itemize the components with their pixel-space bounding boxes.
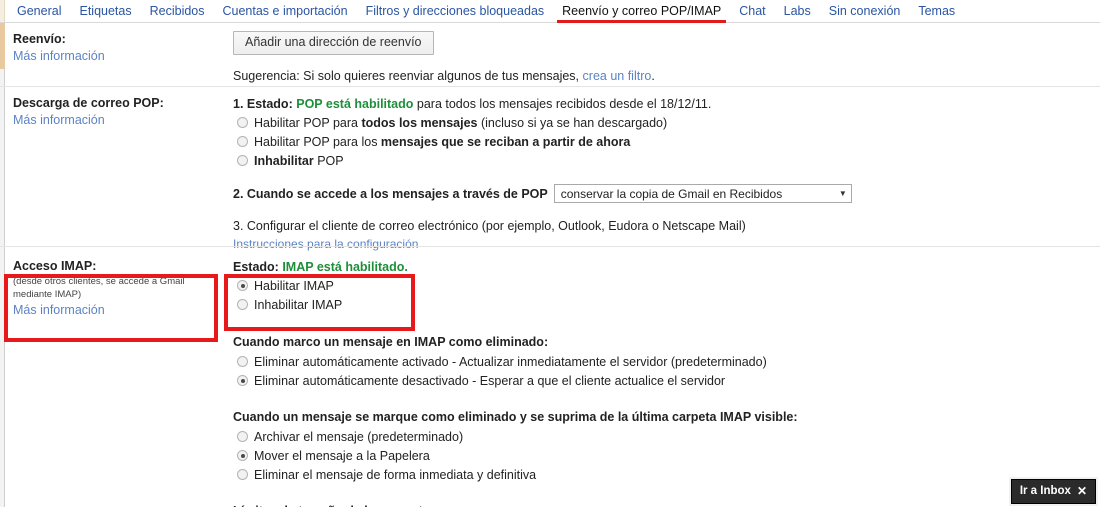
pop-step2: 2. Cuando se accede a los mensajes a tra… [233, 184, 1100, 203]
chevron-down-icon: ▼ [838, 188, 847, 198]
imap-deleted-option-auto-expunge-off-label: Eliminar automáticamente desactivado - E… [254, 374, 726, 388]
section-pop: Descarga de correo POP: Más información … [0, 86, 1100, 251]
imap-expunge-option-delete[interactable]: Eliminar el mensaje de forma inmediata y… [233, 466, 1100, 484]
settings-tab-bar: General Etiquetas Recibidos Cuentas e im… [0, 0, 1100, 23]
forwarding-title: Reenvío: [13, 32, 66, 46]
pop-option-disable-label: Inhabilitar POP [254, 154, 344, 168]
settings-page: General Etiquetas Recibidos Cuentas e im… [0, 0, 1100, 507]
pop-option-disable[interactable]: Inhabilitar POP [233, 152, 1100, 170]
imap-body-col: Estado: IMAP está habilitado. Habilitar … [228, 247, 1100, 507]
radio-icon[interactable] [237, 299, 248, 310]
pop-status-value: POP está habilitado [296, 97, 414, 111]
tab-recibidos[interactable]: Recibidos [141, 0, 214, 22]
imap-expunge-option-archive[interactable]: Archivar el mensaje (predeterminado) [233, 428, 1100, 446]
section-forwarding: Reenvío: Más información Añadir una dire… [0, 23, 1100, 86]
imap-more-info-link[interactable]: Más información [13, 302, 105, 319]
radio-icon[interactable] [237, 280, 248, 291]
imap-deleted-option-auto-expunge-off[interactable]: Eliminar automáticamente desactivado - E… [233, 372, 1100, 390]
pop-step3-label: 3. Configurar el cliente de correo elect… [233, 219, 746, 233]
forwarding-body-col: Añadir una dirección de reenvío Sugerenc… [228, 23, 1100, 93]
pop-step1-suffix: para todos los mensajes recibidos desde … [416, 97, 712, 111]
radio-icon[interactable] [237, 155, 248, 166]
tab-labs[interactable]: Labs [775, 0, 820, 22]
go-to-inbox-chip[interactable]: Ir a Inbox ✕ [1010, 479, 1096, 504]
imap-title: Acceso IMAP: [13, 259, 97, 273]
imap-status-value: IMAP está habilitado. [282, 260, 408, 274]
section-imap: Acceso IMAP: (desde otros clientes, se a… [0, 246, 1100, 507]
imap-expunge-option-trash-label: Mover el mensaje a la Papelera [254, 449, 430, 463]
forwarding-hint-text: Sugerencia: Si solo quieres reenviar alg… [233, 69, 580, 83]
radio-icon[interactable] [237, 431, 248, 442]
close-icon[interactable]: ✕ [1077, 484, 1087, 498]
pop-label-col: Descarga de correo POP: Más información [0, 87, 228, 137]
radio-icon[interactable] [237, 375, 248, 386]
imap-sublabel: (desde otros clientes, se accede a Gmail… [13, 276, 185, 300]
pop-option-from-now-on[interactable]: Habilitar POP para los mensajes que se r… [233, 133, 1100, 151]
radio-icon[interactable] [237, 450, 248, 461]
radio-icon[interactable] [237, 136, 248, 147]
imap-option-disable-label: Inhabilitar IMAP [254, 298, 343, 312]
pop-step2-label: 2. Cuando se accede a los mensajes a tra… [233, 186, 548, 201]
radio-icon[interactable] [237, 117, 248, 128]
forwarding-more-info-link[interactable]: Más información [13, 48, 105, 65]
imap-label-col: Acceso IMAP: (desde otros clientes, se a… [0, 247, 228, 327]
imap-option-enable-label: Habilitar IMAP [254, 279, 334, 293]
pop-access-action-value: conservar la copia de Gmail en Recibidos [560, 186, 783, 201]
imap-deleted-option-auto-expunge-on-label: Eliminar automáticamente activado - Actu… [254, 355, 767, 369]
go-to-inbox-label: Ir a Inbox [1019, 485, 1071, 497]
imap-option-enable[interactable]: Habilitar IMAP [233, 277, 1100, 295]
tab-general[interactable]: General [8, 0, 70, 22]
tab-filtros-y-direcciones-bloqueadas[interactable]: Filtros y direcciones bloqueadas [357, 0, 554, 22]
pop-option-all-messages-label: Habilitar POP para todos los mensajes (i… [254, 116, 668, 130]
imap-status-prefix: Estado: [233, 260, 279, 274]
pop-step1: 1. Estado: POP está habilitado para todo… [233, 95, 1100, 113]
forwarding-hint: Sugerencia: Si solo quieres reenviar alg… [233, 68, 1100, 85]
imap-status-line: Estado: IMAP está habilitado. [233, 258, 1100, 276]
pop-body-col: 1. Estado: POP está habilitado para todo… [228, 87, 1100, 261]
tab-etiquetas[interactable]: Etiquetas [70, 0, 140, 22]
pop-access-action-select[interactable]: conservar la copia de Gmail en Recibidos… [553, 184, 852, 203]
imap-folder-size-group-title: Límites de tamaño de las carpetas [233, 502, 1100, 507]
radio-icon[interactable] [237, 356, 248, 367]
imap-expunge-group-title: Cuando un mensaje se marque como elimina… [233, 410, 798, 424]
radio-icon[interactable] [237, 469, 248, 480]
imap-expunge-option-trash[interactable]: Mover el mensaje a la Papelera [233, 447, 1100, 465]
create-filter-link[interactable]: crea un filtro [583, 68, 652, 85]
forwarding-label-col: Reenvío: Más información [0, 23, 228, 73]
tab-reenvio-y-correo-pop-imap[interactable]: Reenvío y correo POP/IMAP [553, 0, 730, 23]
settings-content: Reenvío: Más información Añadir una dire… [0, 23, 1100, 507]
tabbar-left-accent [0, 0, 5, 22]
pop-option-all-messages[interactable]: Habilitar POP para todos los mensajes (i… [233, 114, 1100, 132]
imap-deleted-option-auto-expunge-on[interactable]: Eliminar automáticamente activado - Actu… [233, 353, 1100, 371]
pop-step1-prefix: 1. Estado: [233, 97, 293, 111]
imap-expunge-option-delete-label: Eliminar el mensaje de forma inmediata y… [254, 468, 537, 482]
pop-title: Descarga de correo POP: [13, 96, 164, 110]
imap-deleted-group-title: Cuando marco un mensaje en IMAP como eli… [233, 335, 549, 349]
pop-more-info-link[interactable]: Más información [13, 112, 105, 129]
imap-option-disable[interactable]: Inhabilitar IMAP [233, 296, 1100, 314]
tab-sin-conexion[interactable]: Sin conexión [820, 0, 910, 22]
imap-expunge-option-archive-label: Archivar el mensaje (predeterminado) [254, 430, 464, 444]
tab-chat[interactable]: Chat [730, 0, 774, 22]
tab-temas[interactable]: Temas [909, 0, 964, 22]
forwarding-hint-period: . [651, 69, 655, 83]
add-forwarding-address-button[interactable]: Añadir una dirección de reenvío [233, 31, 434, 55]
pop-option-from-now-on-label: Habilitar POP para los mensajes que se r… [254, 135, 631, 149]
tab-cuentas-e-importacion[interactable]: Cuentas e importación [214, 0, 357, 22]
